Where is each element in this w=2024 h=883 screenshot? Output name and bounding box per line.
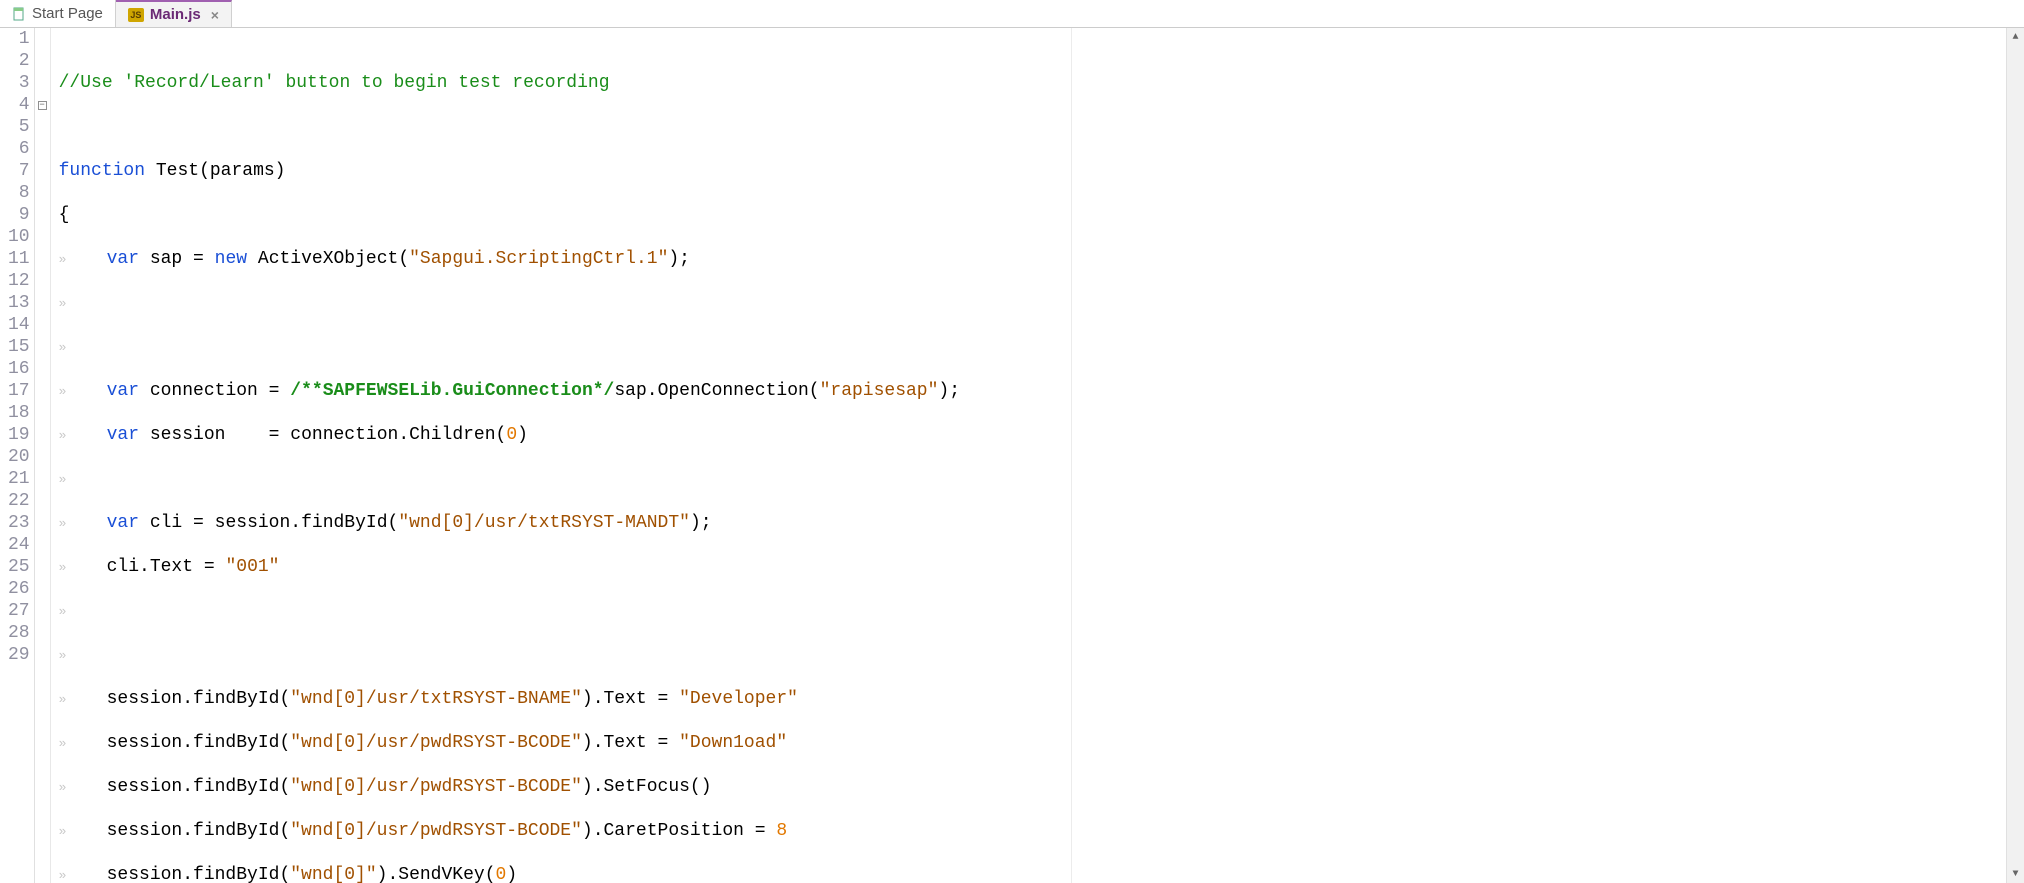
- line-number-gutter: 1 2 3 4 5 6 7 8 9 10 11 12 13 14 15 16 1…: [0, 28, 35, 883]
- close-icon[interactable]: ×: [211, 7, 219, 23]
- tab-bar: Start Page JS Main.js ×: [0, 0, 2024, 28]
- vertical-scrollbar[interactable]: ▲ ▼: [2006, 28, 2024, 883]
- scroll-down-icon[interactable]: ▼: [2007, 865, 2024, 883]
- code-editor[interactable]: 1 2 3 4 5 6 7 8 9 10 11 12 13 14 15 16 1…: [0, 28, 2024, 883]
- document-icon: [12, 7, 26, 21]
- fold-gutter: −: [35, 28, 51, 883]
- tab-label: Main.js: [150, 6, 201, 23]
- scroll-up-icon[interactable]: ▲: [2007, 28, 2024, 46]
- js-icon: JS: [128, 8, 144, 22]
- fold-toggle-icon[interactable]: −: [38, 101, 47, 110]
- tab-start-page[interactable]: Start Page: [0, 0, 116, 27]
- tab-main-js[interactable]: JS Main.js ×: [116, 0, 232, 27]
- tab-label: Start Page: [32, 5, 103, 22]
- code-text-area[interactable]: //Use 'Record/Learn' button to begin tes…: [51, 28, 2006, 883]
